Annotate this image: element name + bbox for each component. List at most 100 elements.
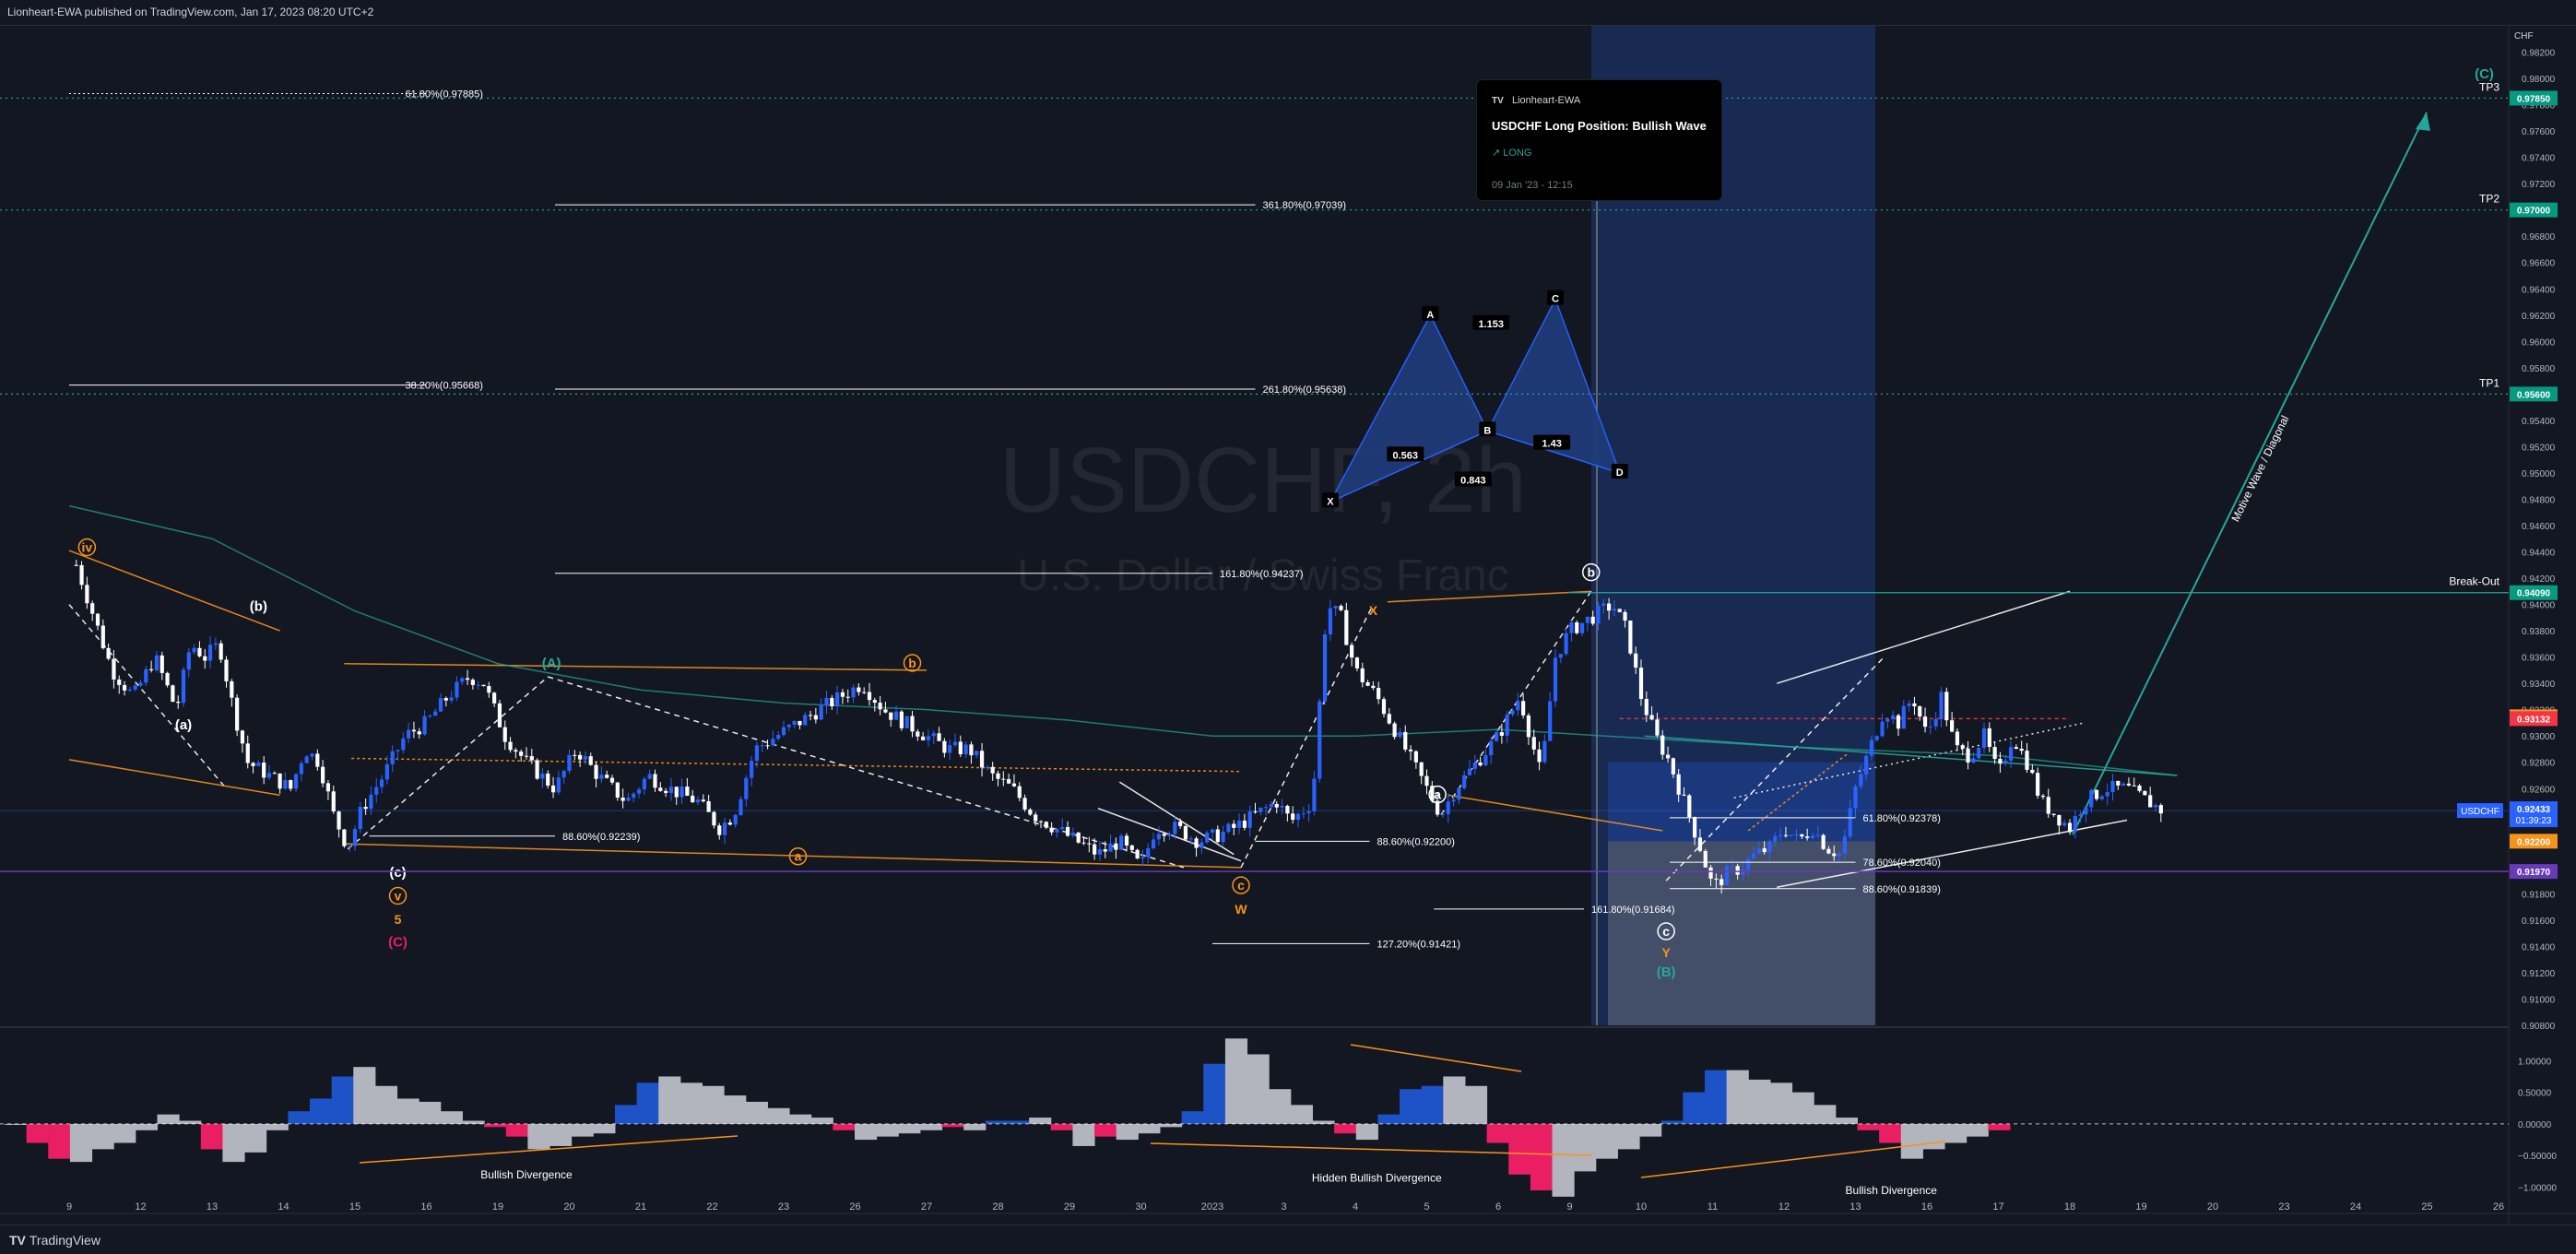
candle-body (1596, 605, 1601, 624)
harmonic-point-label: A (1426, 310, 1434, 321)
candle-body (127, 689, 132, 691)
candle-body (1585, 616, 1589, 623)
price-tick-label: 0.91600 (2522, 917, 2556, 927)
candle-body (1634, 653, 1638, 668)
time-tick-label: 20 (563, 1201, 574, 1213)
candle-body (1987, 728, 1991, 748)
candle-body (535, 760, 539, 779)
candle-body (1676, 774, 1681, 795)
wave-label: W (1235, 902, 1247, 917)
target-label: TP3 (2479, 80, 2499, 93)
candle-body (1135, 849, 1140, 858)
time-tick-label: 20 (2207, 1201, 2218, 1213)
candle-body (803, 715, 808, 726)
candle-body (1124, 835, 1129, 846)
macd-bar (1159, 1123, 1183, 1128)
fib-label: 161.80%(0.91684) (1591, 905, 1675, 916)
candle-body (979, 751, 985, 768)
macd-bar (745, 1101, 768, 1124)
idea-card[interactable]: TV Lionheart-EWA USDCHF Long Position: B… (1476, 79, 1722, 201)
harmonic-ratio-label: 1.153 (1478, 319, 1504, 330)
fib-label: 88.60%(0.91839) (1863, 884, 1941, 895)
price-tick-label: 0.96800 (2522, 232, 2556, 243)
macd-bar (1029, 1118, 1052, 1124)
candle-body (1783, 834, 1789, 836)
macd-bar (1443, 1076, 1466, 1124)
candle-body (278, 773, 282, 789)
macd-bar (614, 1105, 638, 1124)
candle-body (1564, 633, 1568, 655)
macd-bar (1007, 1120, 1030, 1124)
price-tick-label: 0.90800 (2522, 1022, 2556, 1032)
macd-bar (1900, 1123, 1923, 1159)
macd-bar (549, 1123, 573, 1146)
time-tick-label: 17 (1992, 1201, 2003, 1213)
candle-body (872, 700, 877, 704)
candle-body (931, 733, 936, 737)
candle-body (985, 766, 989, 768)
fib-label: 78.60%(0.92040) (1863, 858, 1941, 869)
candle-body (1478, 762, 1483, 766)
candle-body (1810, 835, 1815, 838)
price-tick-label: 0.92800 (2522, 759, 2556, 769)
candle-body (1103, 849, 1107, 852)
candle-body (2110, 780, 2115, 793)
candle-body (1880, 721, 1885, 737)
candle-body (845, 696, 850, 698)
candle-body (433, 711, 438, 716)
candle-body (781, 727, 786, 736)
fib-label: 61.80%(0.92378) (1863, 813, 1941, 824)
price-chart[interactable]: USDCHF, 2h U.S. Dollar / Swiss Franc Mot… (0, 0, 2576, 1224)
macd-bar (288, 1111, 311, 1124)
time-tick-label: 9 (1566, 1201, 1572, 1213)
candle-body (2051, 813, 2056, 815)
candle-body (207, 645, 213, 661)
candle-body (1285, 805, 1290, 814)
candle-body (813, 715, 818, 720)
candle-body (1714, 878, 1719, 880)
candle-body (1922, 716, 1928, 728)
candle-body (160, 655, 164, 673)
price-tick-label: 0.93400 (2522, 680, 2556, 690)
candle-body (1590, 616, 1595, 624)
candle-body (857, 687, 861, 692)
macd-bar (919, 1123, 943, 1130)
candle-body (449, 697, 454, 701)
candle-body (1864, 755, 1869, 775)
candle-body (1778, 834, 1783, 836)
candle-body (1408, 749, 1413, 751)
macd-bar (833, 1123, 856, 1130)
idea-direction: ↗ LONG (1492, 147, 1531, 159)
candle-body (937, 733, 941, 741)
macd-bar (593, 1123, 616, 1134)
candle-body (1440, 813, 1446, 815)
candle-body (1494, 732, 1499, 741)
macd-bar (527, 1123, 550, 1150)
time-axis[interactable]: 9 12 13 14 15 16 19 20 21 22 23 26 27 28 29 30 2023 3 4 5 6 9… (66, 1201, 2504, 1213)
candle-body (1832, 853, 1837, 857)
candle-body (546, 773, 550, 786)
candle-body (352, 829, 358, 846)
candle-body (1114, 843, 1118, 850)
candle-body (1173, 822, 1177, 834)
candle-body (1746, 858, 1751, 870)
wave-label: X (1369, 603, 1378, 618)
macd-bar (1879, 1123, 1902, 1143)
macd-annotation: Hidden Bullish Divergence (1312, 1171, 1442, 1184)
time-tick-label: 18 (2064, 1201, 2075, 1213)
candle-body (79, 564, 84, 586)
candle-body (1365, 682, 1370, 686)
macd-bar (440, 1111, 463, 1124)
candle-body (219, 643, 223, 660)
candle-body (1896, 715, 1901, 729)
price-label-text: 0.93132 (2517, 715, 2551, 725)
tradingview-brand[interactable]: TV TradingView (9, 1233, 100, 1248)
price-tick-label: 0.97400 (2522, 154, 2556, 164)
candle-body (1264, 807, 1269, 809)
candle-body (1295, 813, 1301, 821)
candle-body (2003, 760, 2008, 764)
candle-body (304, 756, 309, 763)
candle-body (1516, 701, 1520, 711)
macd-bar (26, 1123, 49, 1143)
macd-bar (1116, 1123, 1139, 1141)
